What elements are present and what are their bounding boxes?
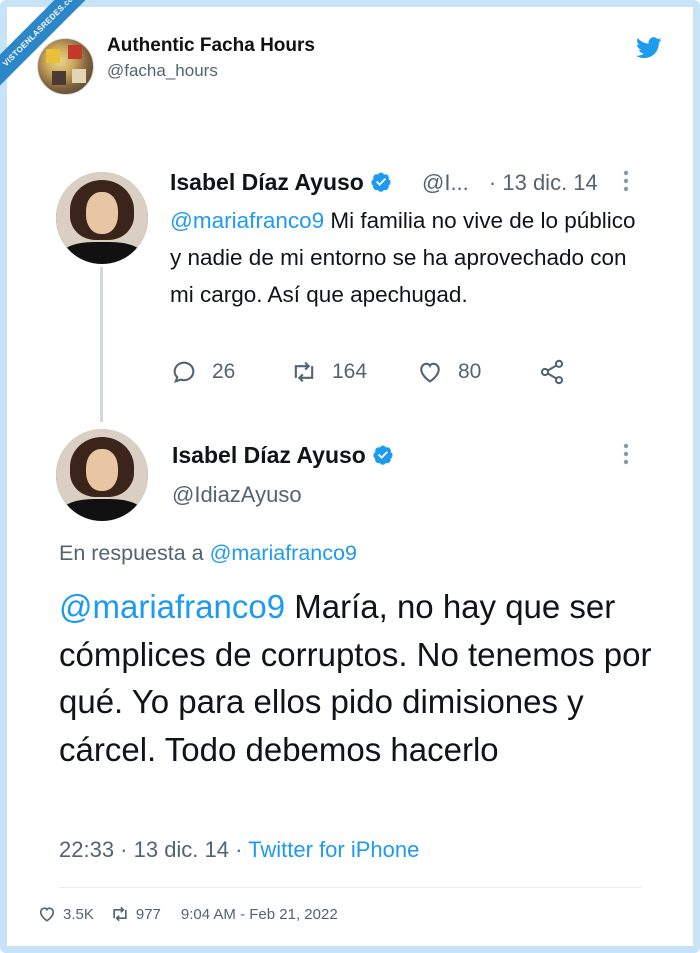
reply-count: 26 — [212, 360, 236, 383]
tweet1-date[interactable]: · 13 dic. 14 — [489, 170, 598, 195]
verified-badge-icon — [371, 172, 391, 192]
tweet1-author-name: Isabel Díaz Ayuso — [170, 169, 364, 195]
reply-prefix: En respuesta a — [59, 541, 210, 565]
reply-icon — [173, 361, 195, 384]
share-icon — [540, 359, 564, 385]
tweet2-time[interactable]: 22:33 · 13 dic. 14 · — [59, 837, 248, 862]
tweet1-author[interactable]: Isabel Díaz Ayuso — [170, 169, 392, 196]
share-button[interactable] — [538, 357, 566, 387]
retweet-icon[interactable] — [110, 904, 130, 924]
tweet1-handle[interactable]: @I... — [422, 170, 469, 195]
reply-context: En respuesta a @mariafranco9 — [59, 541, 357, 566]
heart-icon[interactable] — [37, 904, 57, 924]
more-options-icon[interactable] — [621, 168, 631, 194]
heart-icon — [420, 362, 440, 383]
tweet1-actions: 26 164 80 — [170, 357, 580, 387]
ayuso-avatar-1[interactable] — [56, 172, 148, 264]
more-options-icon[interactable] — [621, 441, 631, 467]
tweet1-mention[interactable]: @mariafranco9 — [170, 208, 324, 233]
tweet2-source[interactable]: Twitter for iPhone — [248, 837, 419, 862]
outer-timestamp[interactable]: 9:04 AM - Feb 21, 2022 — [181, 906, 338, 923]
retweet-button[interactable]: 164 — [290, 357, 367, 387]
reply-button[interactable]: 26 — [170, 357, 235, 387]
tweet2-timestamp: 22:33 · 13 dic. 14 · Twitter for iPhone — [59, 837, 419, 863]
retweet-count: 164 — [332, 360, 368, 383]
verified-badge-icon — [373, 445, 393, 465]
tweet2-mention[interactable]: @mariafranco9 — [59, 588, 285, 625]
like-count: 80 — [458, 360, 482, 383]
outer-avatar[interactable] — [37, 38, 94, 95]
outer-name[interactable]: Authentic Facha Hours — [107, 35, 315, 57]
retweet-icon — [294, 361, 314, 383]
like-button[interactable]: 80 — [416, 357, 481, 387]
tweet1-text: @mariafranco9 Mi familia no vive de lo p… — [170, 202, 640, 313]
divider — [59, 887, 642, 888]
tweet1-meta: @I... · 13 dic. 14 — [422, 170, 598, 196]
outer-handle[interactable]: @facha_hours — [107, 61, 218, 81]
tweet2-author-name: Isabel Díaz Ayuso — [172, 442, 366, 468]
twitter-bird-icon[interactable] — [636, 37, 662, 59]
outer-footer: 3.5K 977 9:04 AM - Feb 21, 2022 — [37, 904, 338, 924]
reply-mention[interactable]: @mariafranco9 — [210, 541, 357, 565]
thread-connector — [100, 267, 103, 422]
ayuso-avatar-2[interactable] — [56, 429, 148, 521]
tweet2-author[interactable]: Isabel Díaz Ayuso — [172, 442, 394, 469]
tweet2-text: @mariafranco9 María, no hay que ser cómp… — [59, 583, 659, 773]
outer-retweet-count: 977 — [135, 905, 161, 923]
tweet2-handle[interactable]: @IdiazAyuso — [172, 482, 302, 508]
outer-like-count: 3.5K — [63, 905, 94, 923]
